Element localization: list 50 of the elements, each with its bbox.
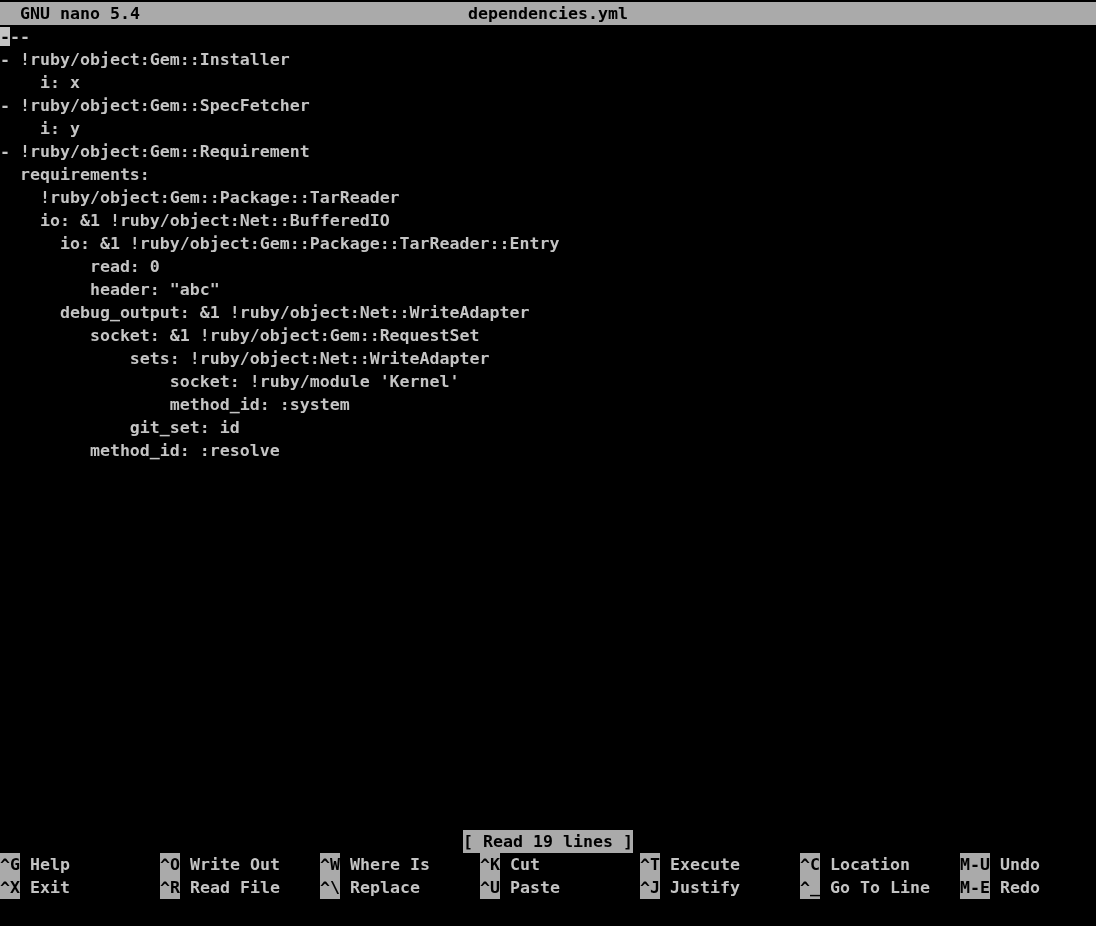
code-line: requirements: xyxy=(18,164,150,186)
shortcut-label: Execute xyxy=(669,854,740,876)
shortcut-key: M-U xyxy=(960,853,990,876)
shortcut-label: Undo xyxy=(999,854,1040,876)
code-line: --- xyxy=(0,26,30,48)
shortcut-key: ^C xyxy=(800,853,820,876)
code-line: !ruby/object:Gem::Package::TarReader xyxy=(38,187,400,209)
code-line: git_set: id xyxy=(128,417,240,439)
shortcut-label: Exit xyxy=(29,877,70,899)
shortcut-key: ^T xyxy=(640,853,660,876)
shortcut-key: ^\ xyxy=(320,876,340,899)
shortcut-label: Go To Line xyxy=(829,877,930,899)
code-line: i: x xyxy=(38,72,80,94)
shortcut-key: ^K xyxy=(480,853,500,876)
shortcut-key: ^R xyxy=(160,876,180,899)
code-line: - !ruby/object:Gem::Requirement xyxy=(0,141,310,163)
code-line: socket: !ruby/module 'Kernel' xyxy=(168,371,460,393)
app-version: GNU nano 5.4 xyxy=(20,3,140,25)
code-line: io: &1 !ruby/object:Gem::Package::TarReader::Entry xyxy=(58,233,560,255)
code-line: header: "abc" xyxy=(88,279,220,301)
code-line: method_id: :resolve xyxy=(88,440,280,462)
shortcut-label: Paste xyxy=(509,877,560,899)
code-line: - !ruby/object:Gem::Installer xyxy=(0,49,290,71)
code-line: sets: !ruby/object:Net::WriteAdapter xyxy=(128,348,490,370)
shortcut-key: ^X xyxy=(0,876,20,899)
shortcut-label: Redo xyxy=(999,877,1040,899)
shortcut-label: Write Out xyxy=(189,854,280,876)
shortcut-key: ^_ xyxy=(800,876,820,899)
file-name: dependencies.yml xyxy=(468,3,628,25)
shortcut-label: Help xyxy=(29,854,70,876)
code-line: read: 0 xyxy=(88,256,160,278)
shortcut-key: ^U xyxy=(480,876,500,899)
shortcut-label: Where Is xyxy=(349,854,430,876)
shortcut-key: ^J xyxy=(640,876,660,899)
shortcut-key: M-E xyxy=(960,876,990,899)
shortcut-key: ^G xyxy=(0,853,20,876)
shortcut-label: Location xyxy=(829,854,910,876)
code-line: - !ruby/object:Gem::SpecFetcher xyxy=(0,95,310,117)
code-line: i: y xyxy=(38,118,80,140)
code-line: method_id: :system xyxy=(168,394,350,416)
shortcut-label: Justify xyxy=(669,877,740,899)
code-line: debug_output: &1 !ruby/object:Net::WriteAdapter xyxy=(58,302,530,324)
shortcut-label: Read File xyxy=(189,877,280,899)
shortcut-key: ^W xyxy=(320,853,340,876)
shortcut-label: Replace xyxy=(349,877,420,899)
code-line: socket: &1 !ruby/object:Gem::RequestSet xyxy=(88,325,480,347)
status-message: [ Read 19 lines ] xyxy=(463,830,633,853)
shortcut-key: ^O xyxy=(160,853,180,876)
code-line: io: &1 !ruby/object:Net::BufferedIO xyxy=(38,210,390,232)
shortcut-label: Cut xyxy=(509,854,540,876)
